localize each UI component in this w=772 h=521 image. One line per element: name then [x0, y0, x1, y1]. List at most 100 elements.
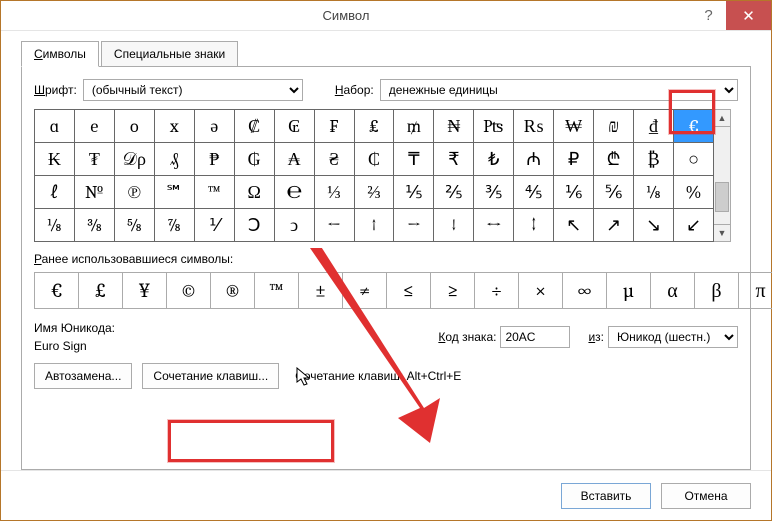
shortcut-key-button[interactable]: Сочетание клавиш...	[142, 363, 279, 389]
grid-cell[interactable]: ₣	[314, 110, 354, 143]
grid-cell[interactable]: ⅓	[314, 176, 354, 209]
grid-cell[interactable]: e	[74, 110, 114, 143]
grid-cell[interactable]: ℗	[114, 176, 154, 209]
grid-cell[interactable]: ₧	[474, 110, 514, 143]
scroll-down-icon[interactable]: ▼	[714, 224, 730, 241]
grid-cell[interactable]: x	[154, 110, 194, 143]
grid-cell[interactable]: ₮	[74, 143, 114, 176]
grid-cell[interactable]: ₸	[394, 143, 434, 176]
grid-cell[interactable]: ↗	[594, 209, 634, 242]
recent-grid[interactable]: €£¥©®™±≠≤≥÷×∞µαβπΩ	[34, 272, 772, 309]
grid-cell[interactable]: ₢	[274, 110, 314, 143]
grid-cell[interactable]: ₫	[634, 110, 674, 143]
grid-cell[interactable]: ℓ	[35, 176, 75, 209]
grid-cell[interactable]: ɑ	[35, 110, 75, 143]
recent-cell[interactable]: €	[35, 273, 79, 309]
grid-cell[interactable]: ™	[194, 176, 234, 209]
grid-cell[interactable]: ℮	[274, 176, 314, 209]
grid-cell[interactable]: ə	[194, 110, 234, 143]
autocorrect-button[interactable]: Автозамена...	[34, 363, 132, 389]
grid-cell[interactable]: ↄ	[274, 209, 314, 242]
recent-cell[interactable]: ≤	[387, 273, 431, 309]
grid-cell[interactable]: ₽	[554, 143, 594, 176]
grid-cell[interactable]: Ω	[234, 176, 274, 209]
grid-cell[interactable]: ⅜	[74, 209, 114, 242]
recent-cell[interactable]: £	[79, 273, 123, 309]
grid-cell[interactable]: ₵	[354, 143, 394, 176]
grid-cell[interactable]: ↓	[434, 209, 474, 242]
recent-cell[interactable]: ™	[255, 273, 299, 309]
grid-cell[interactable]: ⅝	[114, 209, 154, 242]
grid-cell[interactable]: ⅞	[154, 209, 194, 242]
grid-cell[interactable]: ₡	[234, 110, 274, 143]
grid-cell[interactable]: ₲	[234, 143, 274, 176]
grid-cell[interactable]: ₦	[434, 110, 474, 143]
grid-cell[interactable]: ↙	[674, 209, 714, 242]
grid-cell[interactable]: ₳	[274, 143, 314, 176]
grid-cell[interactable]: ←	[314, 209, 354, 242]
recent-cell[interactable]: π	[739, 273, 772, 309]
grid-cell[interactable]: ₭	[35, 143, 75, 176]
grid-cell[interactable]: ⅖	[434, 176, 474, 209]
grid-cell[interactable]: ₹	[434, 143, 474, 176]
recent-cell[interactable]: ÷	[475, 273, 519, 309]
recent-cell[interactable]: ≠	[343, 273, 387, 309]
grid-cell[interactable]: ₼	[514, 143, 554, 176]
grid-cell[interactable]: ⅗	[474, 176, 514, 209]
grid-cell[interactable]: ⅕	[394, 176, 434, 209]
char-code-input[interactable]	[500, 326, 570, 348]
grid-cell[interactable]: ₰	[154, 143, 194, 176]
recent-cell[interactable]: ±	[299, 273, 343, 309]
grid-cell[interactable]: ₿	[634, 143, 674, 176]
recent-cell[interactable]: ®	[211, 273, 255, 309]
grid-cell[interactable]: ⅘	[514, 176, 554, 209]
recent-cell[interactable]: µ	[607, 273, 651, 309]
recent-cell[interactable]: ≥	[431, 273, 475, 309]
from-select[interactable]: Юникод (шестн.)	[608, 326, 738, 348]
recent-cell[interactable]: ×	[519, 273, 563, 309]
grid-cell[interactable]: →	[394, 209, 434, 242]
grid-cell[interactable]: ⅙	[554, 176, 594, 209]
cancel-button[interactable]: Отмена	[661, 483, 751, 509]
grid-cell[interactable]: ↘	[634, 209, 674, 242]
grid-cell[interactable]: ↖	[554, 209, 594, 242]
grid-cell[interactable]: ↕	[514, 209, 554, 242]
help-button[interactable]: ?	[691, 1, 726, 30]
recent-cell[interactable]: β	[695, 273, 739, 309]
grid-cell[interactable]: ₥	[394, 110, 434, 143]
recent-cell[interactable]: ¥	[123, 273, 167, 309]
grid-cell[interactable]: ℠	[154, 176, 194, 209]
grid-cell[interactable]: ₩	[554, 110, 594, 143]
grid-cell[interactable]: ○	[674, 143, 714, 176]
grid-cell[interactable]: €	[674, 110, 714, 143]
insert-button[interactable]: Вставить	[561, 483, 651, 509]
grid-cell[interactable]: ₪	[594, 110, 634, 143]
grid-cell[interactable]: ↔	[474, 209, 514, 242]
grid-cell[interactable]: ⅛	[35, 209, 75, 242]
grid-cell[interactable]: ⅛	[634, 176, 674, 209]
tab-special[interactable]: Специальные знаки	[101, 41, 238, 67]
grid-cell[interactable]: ⅟	[194, 209, 234, 242]
subset-select[interactable]: денежные единицы	[380, 79, 738, 101]
recent-cell[interactable]: ∞	[563, 273, 607, 309]
grid-cell[interactable]: ↑	[354, 209, 394, 242]
recent-cell[interactable]: ©	[167, 273, 211, 309]
font-select[interactable]: (обычный текст)	[83, 79, 303, 101]
recent-cell[interactable]: α	[651, 273, 695, 309]
grid-cell[interactable]: №	[74, 176, 114, 209]
scroll-up-icon[interactable]: ▲	[714, 110, 730, 127]
grid-scrollbar[interactable]: ▲ ▼	[714, 109, 731, 242]
grid-cell[interactable]: ₱	[194, 143, 234, 176]
grid-cell[interactable]: 𝒟ρ	[114, 143, 154, 176]
grid-cell[interactable]: o	[114, 110, 154, 143]
scroll-thumb[interactable]	[715, 182, 729, 212]
grid-cell[interactable]: ₴	[314, 143, 354, 176]
grid-cell[interactable]: ⅚	[594, 176, 634, 209]
tab-symbols[interactable]: Символы	[21, 41, 99, 67]
close-button[interactable]: ✕	[726, 1, 771, 30]
grid-cell[interactable]: Ↄ	[234, 209, 274, 242]
grid-cell[interactable]: ₺	[474, 143, 514, 176]
grid-cell[interactable]: ₨	[514, 110, 554, 143]
grid-cell[interactable]: ⅔	[354, 176, 394, 209]
grid-cell[interactable]: ₾	[594, 143, 634, 176]
